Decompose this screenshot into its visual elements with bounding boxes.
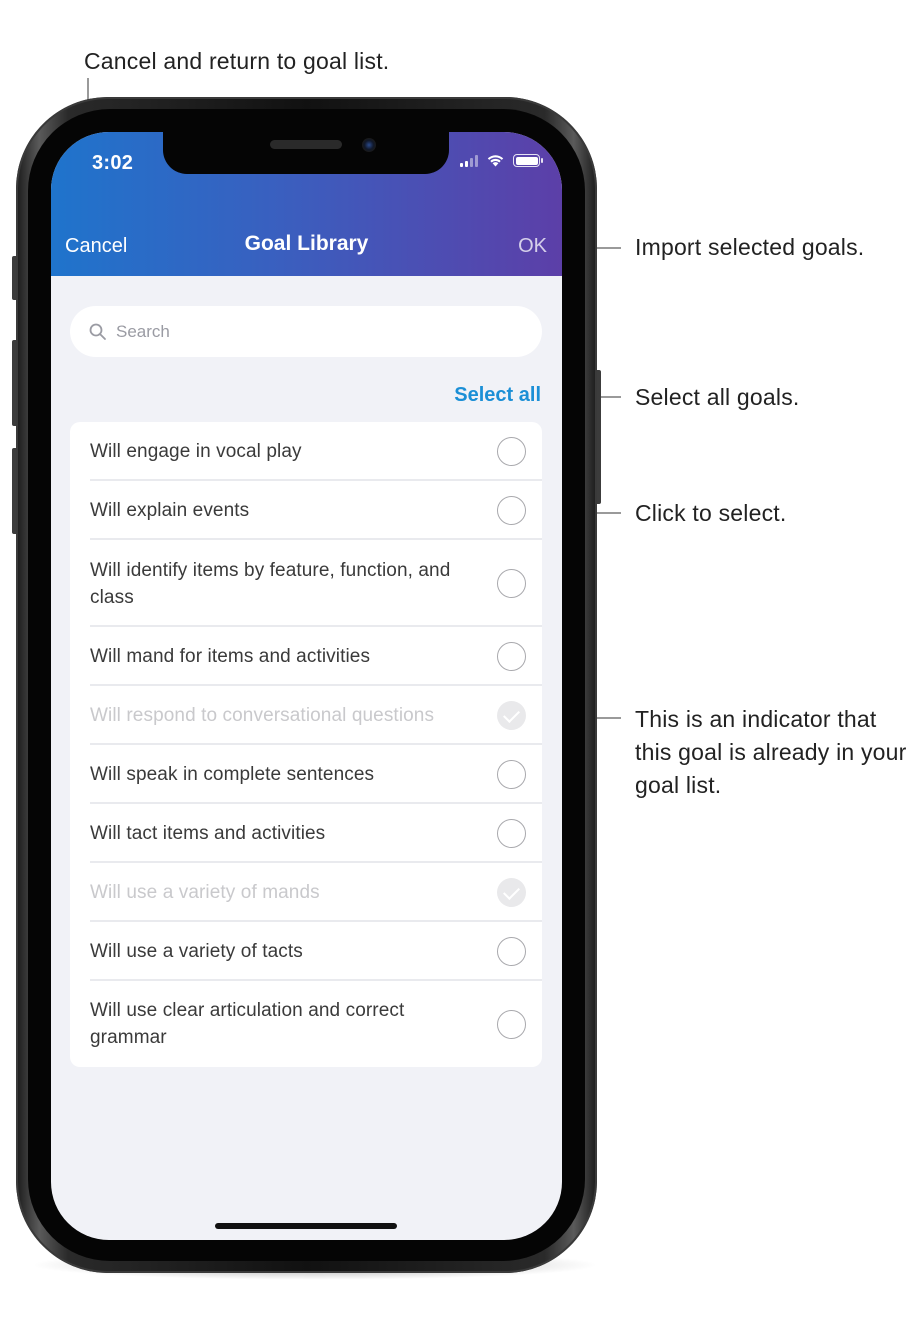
speaker-grille [270, 140, 342, 149]
annotation-select-all: Select all goals. [635, 384, 800, 410]
goal-label: Will identify items by feature, function… [90, 559, 451, 608]
annotation-cancel: Cancel and return to goal list. [84, 48, 390, 74]
goal-row-already-added: Will use a variety of mands [70, 863, 542, 922]
goal-label: Will use a variety of mands [90, 882, 320, 903]
goal-row[interactable]: Will tact items and activities [70, 804, 542, 863]
goal-label: Will engage in vocal play [90, 441, 302, 462]
select-circle-icon[interactable] [497, 437, 526, 466]
goal-row[interactable]: Will mand for items and activities [70, 627, 542, 686]
search-bar[interactable] [70, 306, 542, 357]
select-circle-icon[interactable] [497, 569, 526, 598]
ok-button[interactable]: OK [518, 235, 547, 258]
select-circle-icon[interactable] [497, 760, 526, 789]
goal-label: Will mand for items and activities [90, 646, 371, 667]
battery-icon [513, 154, 543, 167]
notch [163, 132, 449, 174]
annotation-click-select: Click to select. [635, 500, 787, 526]
home-indicator[interactable] [215, 1223, 397, 1229]
annotation-ok: Import selected goals. [635, 234, 865, 260]
page-title: Goal Library [244, 232, 369, 255]
phone-screen: 3:02 Cancel Goal Library OK Select all W… [51, 132, 562, 1240]
goal-row-already-added: Will respond to conversational questions [70, 686, 542, 745]
search-icon [89, 323, 106, 340]
goal-label: Will tact items and activities [90, 823, 326, 844]
select-circle-icon[interactable] [497, 819, 526, 848]
checkmark-icon [497, 701, 526, 730]
status-time: 3:02 [92, 152, 134, 174]
goal-row[interactable]: Will identify items by feature, function… [70, 540, 542, 627]
annotation-indicator: This is an indicator that this goal is a… [635, 706, 907, 798]
goal-row[interactable]: Will use clear articulation and correct … [70, 981, 542, 1067]
front-camera [362, 138, 376, 152]
goal-row[interactable]: Will engage in vocal play [70, 422, 542, 481]
wifi-icon [487, 155, 504, 167]
goal-label: Will use clear articulation and correct … [90, 1000, 405, 1048]
search-input[interactable] [116, 321, 496, 342]
goal-row[interactable]: Will speak in complete sentences [70, 745, 542, 804]
goal-label: Will explain events [90, 500, 250, 521]
goal-label: Will use a variety of tacts [90, 941, 303, 962]
goal-label: Will speak in complete sentences [90, 764, 375, 785]
select-circle-icon[interactable] [497, 642, 526, 671]
goal-row[interactable]: Will use a variety of tacts [70, 922, 542, 981]
goal-list: Will engage in vocal play Will explain e… [70, 422, 542, 1067]
status-icons [460, 154, 543, 167]
goal-row[interactable]: Will explain events [70, 481, 542, 540]
signal-icon [460, 154, 478, 167]
select-circle-icon[interactable] [497, 496, 526, 525]
select-circle-icon[interactable] [497, 937, 526, 966]
select-all-button[interactable]: Select all [454, 384, 541, 407]
goal-label: Will respond to conversational questions [90, 705, 435, 726]
checkmark-icon [497, 878, 526, 907]
select-circle-icon[interactable] [497, 1009, 526, 1039]
